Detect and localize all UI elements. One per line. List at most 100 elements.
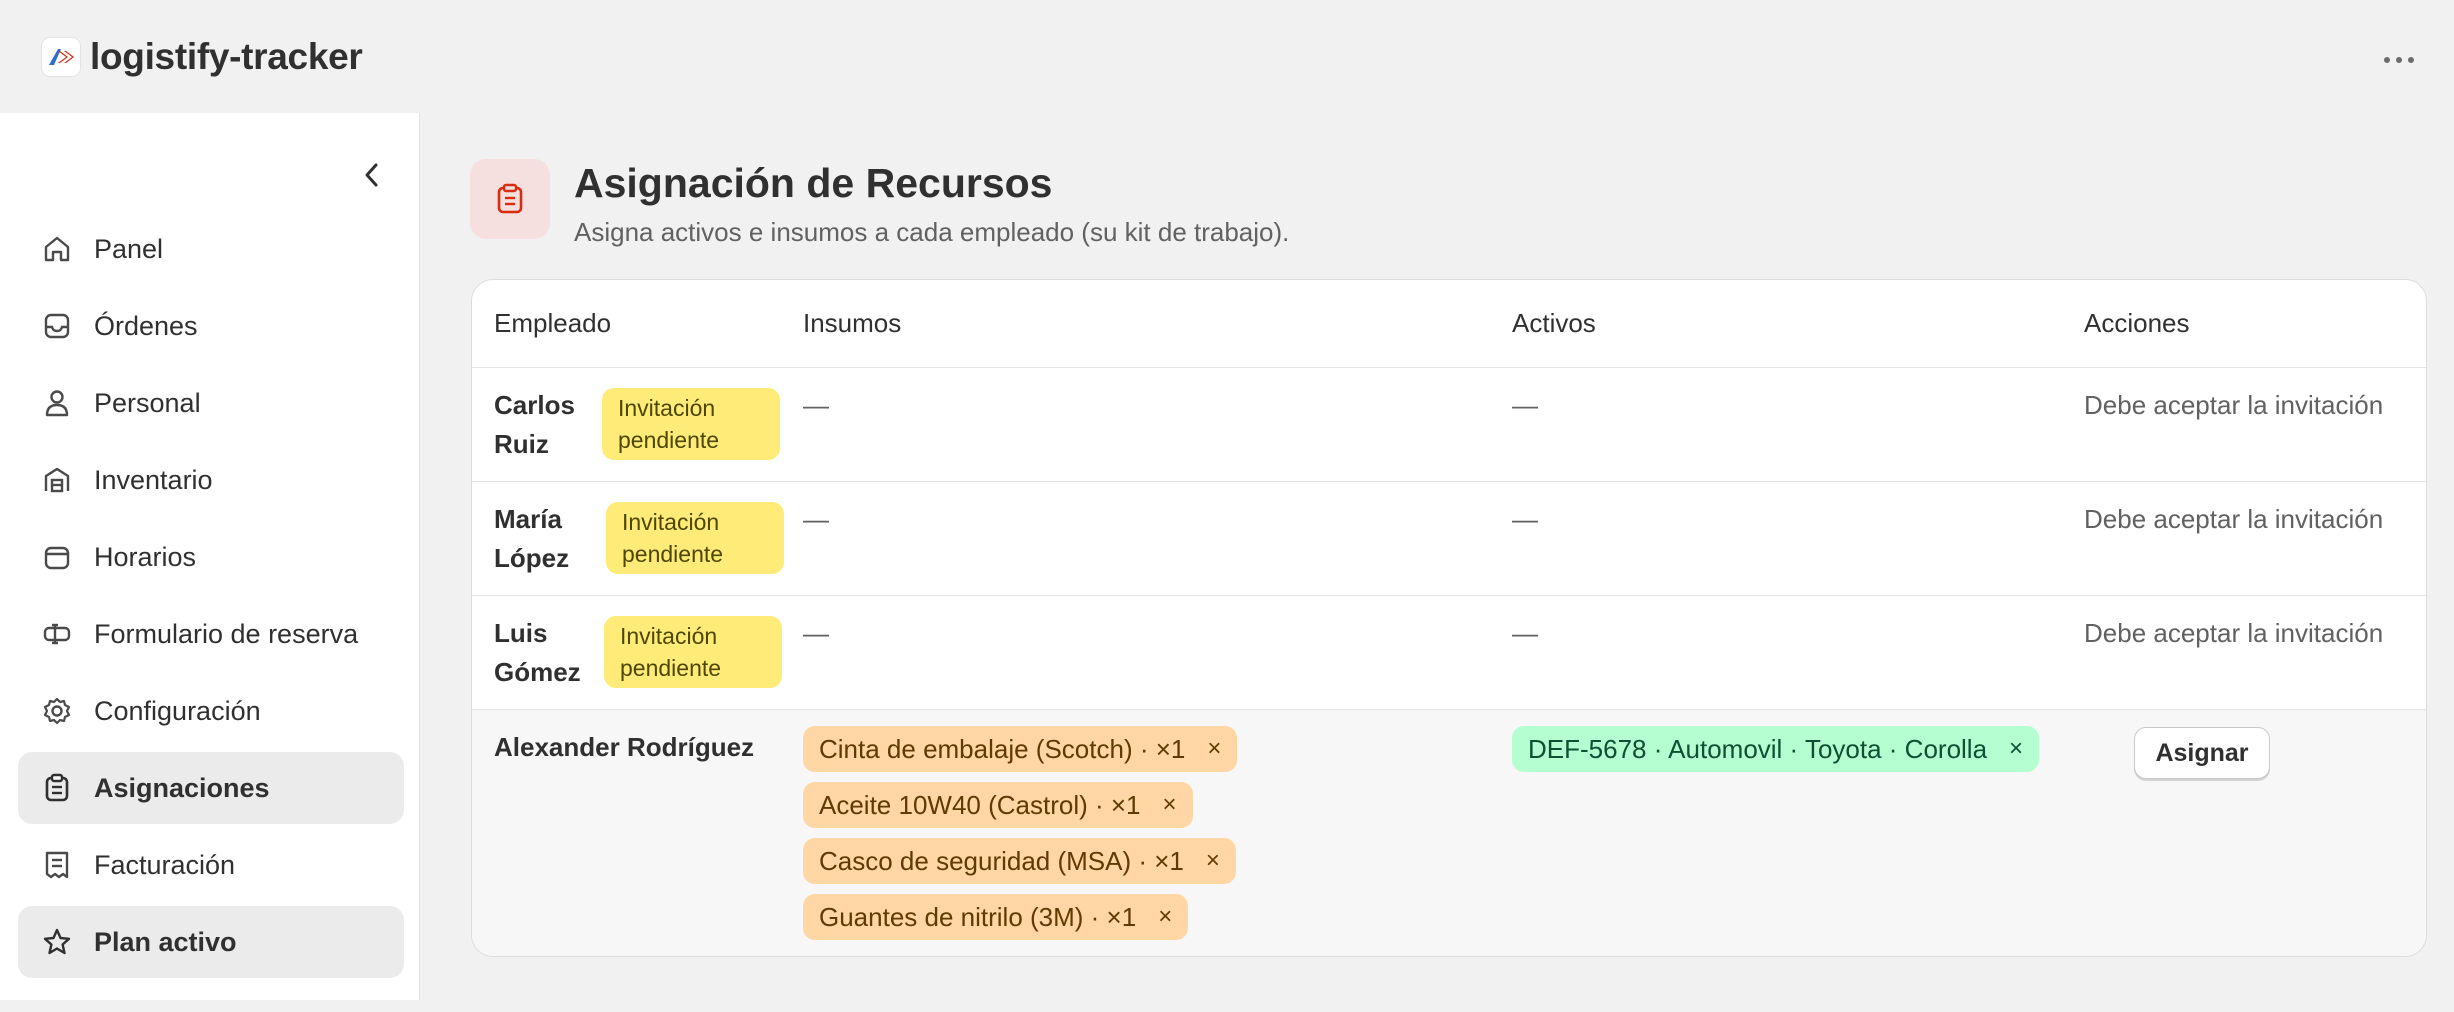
- logistify-logo-icon: [42, 37, 80, 76]
- gear-icon: [40, 694, 74, 728]
- app-title: logistify-tracker: [90, 35, 363, 77]
- home-icon: [40, 232, 74, 266]
- form-icon: [40, 617, 74, 651]
- employee-last-name: Ruiz: [494, 429, 549, 459]
- insumos-empty: —: [803, 618, 829, 648]
- more-dots-icon-3: [2408, 57, 2414, 63]
- page-header: Asignación de Recursos Asigna activos e …: [470, 159, 1289, 248]
- activos-empty: —: [1512, 618, 1538, 648]
- status-badge-line2: pendiente: [618, 427, 720, 453]
- activo-chip-label: DEF-5678 · Automovil · Toyota · Corolla: [1528, 733, 1988, 764]
- activos-empty: —: [1512, 390, 1538, 420]
- employee-last-name: Gómez: [494, 657, 581, 687]
- sidebar-item-label: Personal: [94, 387, 201, 418]
- remove-icon[interactable]: ×: [2009, 735, 2023, 763]
- sidebar-item-formulario-reserva[interactable]: Formulario de reserva: [18, 598, 404, 670]
- table-row: Luis Gómez Invitación pendiente — — Debe…: [472, 596, 2426, 710]
- employee-name: María López: [494, 500, 569, 578]
- sidebar-item-label: Facturación: [94, 849, 236, 880]
- sidebar-item-personal[interactable]: Personal: [18, 367, 404, 439]
- action-note: Debe aceptar la invitación: [2084, 504, 2384, 534]
- remove-icon[interactable]: ×: [1158, 903, 1172, 931]
- sidebar-item-label: Panel: [94, 233, 164, 264]
- action-note: Debe aceptar la invitación: [2084, 390, 2384, 420]
- page-subtitle: Asigna activos e insumos a cada empleado…: [574, 217, 1290, 247]
- status-badge-line1: Invitación: [622, 509, 720, 535]
- insumos-empty: —: [803, 390, 829, 420]
- column-header-empleado: Empleado: [494, 308, 612, 338]
- sidebar-item-label: Plan activo: [94, 926, 237, 957]
- chip-line: Guantes de nitrilo (3M) · ×1 ×: [803, 894, 1237, 950]
- status-badge-line2: pendiente: [620, 655, 722, 681]
- chip-line: Aceite 10W40 (Castrol) · ×1 ×: [803, 782, 1237, 838]
- sidebar-item-panel[interactable]: Panel: [18, 213, 404, 285]
- insumos-chip-list: Cinta de embalaje (Scotch) · ×1 × Aceite…: [803, 726, 1238, 950]
- table-row: María López Invitación pendiente — — Deb…: [472, 482, 2426, 596]
- sidebar: Panel Órdenes Personal Inventario Horari…: [0, 113, 420, 1000]
- column-header-acciones: Acciones: [2084, 308, 2190, 338]
- employee-first-name: Carlos: [494, 390, 575, 420]
- assign-button[interactable]: Asignar: [2134, 727, 2270, 779]
- insumo-chip-label: Casco de seguridad (MSA) · ×1: [819, 845, 1184, 876]
- activo-chip: DEF-5678 · Automovil · Toyota · Corolla …: [1512, 726, 2040, 772]
- collapse-sidebar-button[interactable]: [352, 155, 392, 195]
- column-header-activos: Activos: [1512, 308, 1596, 338]
- inbox-icon: [40, 309, 74, 343]
- calendar-icon: [40, 540, 74, 574]
- person-icon: [40, 386, 74, 420]
- insumo-chip: Guantes de nitrilo (3M) · ×1 ×: [803, 894, 1189, 940]
- sidebar-nav: Panel Órdenes Personal Inventario Horari…: [18, 213, 404, 983]
- status-badge-line1: Invitación: [618, 395, 716, 421]
- header-text: Asignación de Recursos Asigna activos e …: [574, 159, 1289, 248]
- remove-icon[interactable]: ×: [1206, 847, 1220, 875]
- status-badge: Invitación pendiente: [604, 616, 782, 688]
- sidebar-item-plan-activo[interactable]: Plan activo: [18, 906, 404, 978]
- table-row: Alexander Rodríguez Cinta de embalaje (S…: [472, 710, 2426, 956]
- insumos-empty: —: [803, 504, 829, 534]
- more-dots-icon-2: [2396, 57, 2402, 63]
- employee-name: Alexander Rodríguez: [494, 732, 755, 762]
- activos-empty: —: [1512, 504, 1538, 534]
- sidebar-item-horarios[interactable]: Horarios: [18, 521, 404, 593]
- chip-line: Casco de seguridad (MSA) · ×1 ×: [803, 838, 1237, 894]
- more-dots-icon: [2384, 57, 2390, 63]
- sidebar-item-asignaciones[interactable]: Asignaciones: [18, 752, 404, 824]
- sidebar-item-label: Configuración: [94, 695, 261, 726]
- remove-icon[interactable]: ×: [1163, 791, 1177, 819]
- insumo-chip-label: Guantes de nitrilo (3M) · ×1: [819, 901, 1137, 932]
- assignments-table: Empleado Insumos Activos Acciones Carlos…: [471, 279, 2427, 957]
- sidebar-item-facturacion[interactable]: Facturación: [18, 829, 404, 901]
- sidebar-item-label: Formulario de reserva: [94, 618, 359, 649]
- activos-chip-list: DEF-5678 · Automovil · Toyota · Corolla …: [1512, 726, 2040, 782]
- insumo-chip-label: Aceite 10W40 (Castrol) · ×1: [819, 789, 1141, 820]
- more-options-button[interactable]: [2374, 40, 2424, 80]
- sidebar-item-inventario[interactable]: Inventario: [18, 444, 404, 516]
- employee-last-name: López: [494, 543, 570, 573]
- employee-first-name: Luis: [494, 618, 548, 648]
- chevron-left-icon: [365, 163, 378, 187]
- top-bar: logistify-tracker: [0, 0, 2454, 113]
- clipboard-icon: [470, 159, 550, 239]
- column-header-insumos: Insumos: [803, 308, 902, 338]
- insumo-chip: Aceite 10W40 (Castrol) · ×1 ×: [803, 782, 1193, 828]
- sidebar-item-ordenes[interactable]: Órdenes: [18, 290, 404, 362]
- sidebar-item-configuracion[interactable]: Configuración: [18, 675, 404, 747]
- page-title: Asignación de Recursos: [574, 160, 1053, 206]
- employee-name: Luis Gómez: [494, 614, 581, 692]
- sidebar-item-label: Asignaciones: [94, 772, 270, 803]
- status-badge: Invitación pendiente: [606, 502, 784, 574]
- main-content: Asignación de Recursos Asigna activos e …: [420, 113, 2454, 1000]
- remove-icon[interactable]: ×: [1207, 735, 1221, 763]
- employee-first-name: María: [494, 504, 562, 534]
- sidebar-item-label: Inventario: [94, 464, 213, 495]
- status-badge-line1: Invitación: [620, 623, 718, 649]
- clipboard-icon: [40, 771, 74, 805]
- insumo-chip: Cinta de embalaje (Scotch) · ×1 ×: [803, 726, 1238, 772]
- warehouse-icon: [40, 463, 74, 497]
- status-badge-line2: pendiente: [622, 541, 724, 567]
- star-icon: [40, 925, 74, 959]
- table-row: Carlos Ruiz Invitación pendiente — — Deb…: [472, 368, 2426, 482]
- chip-line: Cinta de embalaje (Scotch) · ×1 ×: [803, 726, 1238, 782]
- table-header: Empleado Insumos Activos Acciones: [472, 280, 2426, 368]
- receipt-icon: [40, 848, 74, 882]
